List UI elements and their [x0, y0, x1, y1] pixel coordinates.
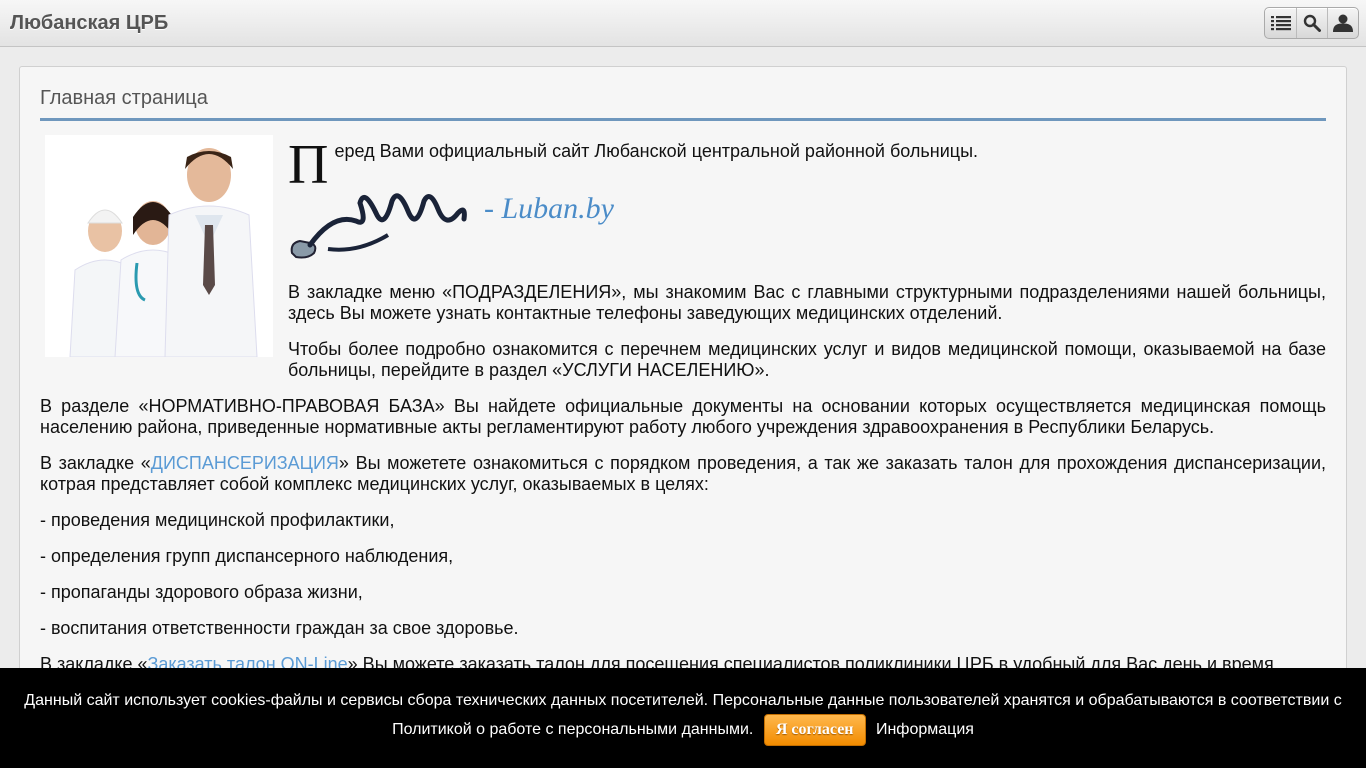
list-item: - определения групп диспансерного наблюд… [40, 546, 454, 566]
menu-button[interactable] [1265, 8, 1296, 38]
menu-list-icon [1270, 16, 1291, 31]
dropcap-letter: П [288, 134, 329, 196]
main-content-panel: Главная страница Перед Вами официальный … [19, 66, 1347, 768]
dispensary-link[interactable]: ДИСПАНСЕРИЗАЦИЯ [151, 453, 339, 473]
top-header-bar: Любанская ЦРБ [0, 0, 1366, 47]
search-button[interactable] [1296, 8, 1327, 38]
list-item: - воспитания ответственности граждан за … [40, 618, 519, 638]
site-title[interactable]: Любанская ЦРБ [10, 12, 168, 35]
paragraph-services: Чтобы более подробно ознакомится с переч… [288, 339, 1326, 380]
logo-text: - Luban.by [484, 192, 615, 225]
user-button[interactable] [1327, 8, 1358, 38]
med-luban-logo: - Luban.by [288, 183, 618, 263]
user-icon [1333, 14, 1353, 32]
paragraph-departments: В закладке меню «ПОДРАЗДЕЛЕНИЯ», мы знак… [288, 282, 1326, 323]
list-item: - пропаганды здорового образа жизни, [40, 582, 363, 602]
page-title: Главная страница [40, 87, 1326, 121]
intro-paragraph: Перед Вами официальный сайт Любанской це… [288, 134, 1326, 196]
cookie-agree-button[interactable]: Я согласен [763, 714, 866, 746]
paragraph-dispensary: В закладке «ДИСПАНСЕРИЗАЦИЯ» Вы можетете… [40, 453, 1326, 495]
paragraph-legal-base: В разделе «НОРМАТИВНО-ПРАВОВАЯ БАЗА» Вы … [40, 396, 1326, 437]
list-item: - проведения медицинской профилактики, [40, 510, 395, 530]
search-icon [1303, 14, 1321, 32]
article-body: В закладке меню «ПОДРАЗДЕЛЕНИЯ», мы знак… [40, 282, 1326, 690]
paragraph-dispensary-lead: В закладке « [40, 453, 151, 473]
cookie-consent-bar: Данный сайт использует cookies-файлы и с… [0, 668, 1366, 768]
header-toolbar [1264, 7, 1359, 39]
intro-text: еред Вами официальный сайт Любанской цен… [334, 141, 979, 161]
cookie-info-link[interactable]: Информация [876, 721, 974, 738]
cookie-text: Данный сайт использует cookies-файлы и с… [24, 692, 1342, 739]
